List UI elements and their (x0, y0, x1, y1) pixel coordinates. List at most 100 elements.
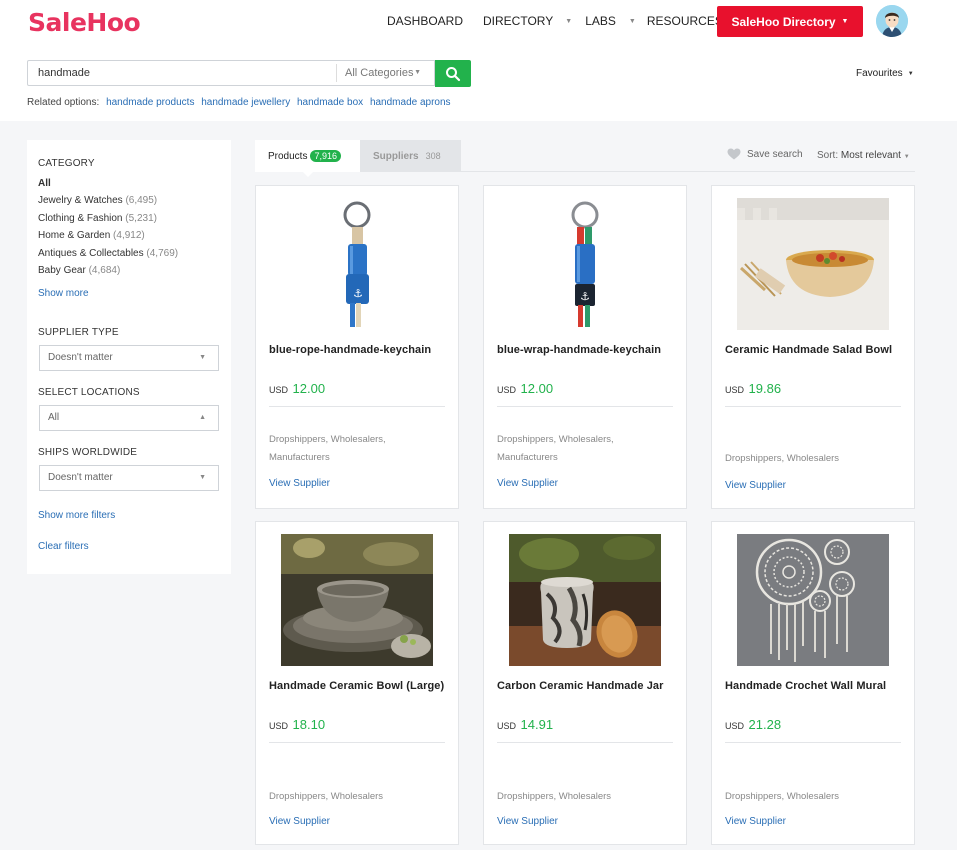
chevron-down-icon: ▼ (199, 354, 206, 361)
chevron-down-icon: ▼ (628, 17, 636, 25)
category-select[interactable]: All Categories ▼ (336, 64, 435, 82)
product-image[interactable] (737, 198, 889, 330)
directory-button-label: SaleHoo Directory (731, 14, 836, 29)
category-item-all[interactable]: All (38, 178, 178, 195)
category-item[interactable]: Baby Gear (4,684) (38, 265, 178, 282)
ships-worldwide-select[interactable]: Doesn't matter ▼ (39, 465, 219, 491)
supplier-types-line: Dropshippers, Wholesalers, (269, 434, 386, 445)
category-item[interactable]: Antiques & Collectables (4,769) (38, 248, 178, 265)
show-more-filters-link[interactable]: Show more filters (38, 510, 115, 521)
product-image[interactable]: ⚓ (281, 198, 433, 330)
search-icon (446, 66, 461, 81)
supplier-types: Dropshippers, Wholesalers (269, 788, 383, 806)
product-card[interactable]: Carbon Ceramic Handmade Jar USD 14.91 Dr… (483, 521, 687, 845)
chevron-down-icon: ▼ (199, 474, 206, 481)
related-option-link[interactable]: handmade jewellery (201, 97, 290, 108)
product-title[interactable]: Handmade Ceramic Bowl (Large) (269, 680, 444, 692)
filter-sidebar: CATEGORY All Jewelry & Watches (6,495) C… (27, 140, 231, 574)
nav-directory[interactable]: DIRECTORY ▼ (483, 14, 572, 28)
sort-label: Sort: (817, 150, 839, 161)
locations-value: All (48, 412, 60, 423)
related-option-link[interactable]: handmade products (106, 97, 194, 108)
price-amount: 18.10 (292, 717, 326, 732)
favourites-menu[interactable]: Favourites ▼ (856, 68, 914, 79)
supplier-types-line: Dropshippers, Wholesalers (497, 791, 612, 802)
view-supplier-link[interactable]: View Supplier (725, 816, 786, 827)
supplier-types-line: Dropshippers, Wholesalers (725, 453, 840, 464)
price-amount: 12.00 (520, 381, 554, 396)
sort-select[interactable]: Sort: Most relevant ▼ (817, 150, 910, 161)
product-title[interactable]: Carbon Ceramic Handmade Jar (497, 680, 664, 692)
related-option-link[interactable]: handmade aprons (370, 97, 451, 108)
category-item-label: Home & Garden (38, 230, 111, 242)
view-supplier-link[interactable]: View Supplier (269, 478, 330, 489)
search-button[interactable] (435, 60, 471, 87)
supplier-types: Dropshippers, Wholesalers, Manufacturers (497, 431, 614, 467)
product-card[interactable]: ⚓ blue-rope-handmade-keychain USD 12.00 … (255, 185, 459, 509)
salad-bowl-image-icon (737, 198, 889, 330)
category-item[interactable]: Clothing & Fashion (5,231) (38, 213, 178, 230)
heart-icon (727, 148, 741, 160)
category-item[interactable]: Jewelry & Watches (6,495) (38, 195, 178, 212)
product-card[interactable]: Ceramic Handmade Salad Bowl USD 19.86 Dr… (711, 185, 915, 509)
price-currency: USD (497, 721, 517, 731)
product-title[interactable]: Handmade Crochet Wall Mural (725, 680, 886, 692)
product-image[interactable] (509, 534, 661, 666)
price-amount: 19.86 (748, 381, 782, 396)
clear-filters-link[interactable]: Clear filters (38, 541, 89, 552)
keychain-image-icon: ⚓ (281, 198, 433, 330)
price-currency: USD (497, 385, 517, 395)
sort-value: Most relevant (840, 150, 901, 161)
product-image[interactable]: ⚓ (509, 198, 661, 330)
product-title[interactable]: Ceramic Handmade Salad Bowl (725, 344, 892, 356)
product-card[interactable]: Handmade Ceramic Bowl (Large) USD 18.10 … (255, 521, 459, 845)
price-currency: USD (725, 385, 745, 395)
supplier-type-value: Doesn't matter (48, 352, 113, 363)
locations-select[interactable]: All ▲ (39, 405, 219, 431)
salehoo-directory-button[interactable]: SaleHoo Directory ▼ (717, 6, 863, 37)
view-supplier-link[interactable]: View Supplier (269, 816, 330, 827)
related-options-label: Related options: (27, 97, 100, 108)
save-search-label: Save search (747, 148, 803, 160)
show-more-categories-link[interactable]: Show more (38, 288, 89, 299)
divider (497, 406, 673, 407)
nav-directory-label: DIRECTORY (483, 14, 554, 28)
category-heading: CATEGORY (38, 158, 95, 169)
search-input[interactable] (28, 61, 336, 85)
product-image[interactable] (737, 534, 889, 666)
category-item-label: Jewelry & Watches (38, 195, 123, 207)
category-item-count: (4,912) (113, 230, 145, 242)
product-price: USD 19.86 (725, 381, 781, 396)
product-title[interactable]: blue-rope-handmade-keychain (269, 344, 431, 356)
view-supplier-link[interactable]: View Supplier (725, 480, 786, 491)
ships-worldwide-heading: SHIPS WORLDWIDE (38, 447, 138, 458)
related-options: Related options: handmade products handm… (27, 97, 451, 108)
salehoo-logo[interactable]: SaleHoo (28, 8, 141, 37)
price-currency: USD (725, 721, 745, 731)
view-supplier-link[interactable]: View Supplier (497, 816, 558, 827)
avatar[interactable] (876, 5, 908, 37)
nav-dashboard[interactable]: DASHBOARD (387, 14, 463, 28)
chevron-up-icon: ▲ (199, 414, 206, 421)
price-amount: 21.28 (748, 717, 782, 732)
related-option-link[interactable]: handmade box (297, 97, 363, 108)
product-title[interactable]: blue-wrap-handmade-keychain (497, 344, 661, 356)
view-supplier-link[interactable]: View Supplier (497, 478, 558, 489)
tab-products[interactable]: Products 7,916 (255, 140, 360, 172)
category-select-value: All Categories (345, 67, 414, 79)
category-item[interactable]: Home & Garden (4,912) (38, 230, 178, 247)
tab-suppliers[interactable]: Suppliers 308 (360, 140, 461, 172)
product-card[interactable]: Handmade Crochet Wall Mural USD 21.28 Dr… (711, 521, 915, 845)
supplier-type-select[interactable]: Doesn't matter ▼ (39, 345, 219, 371)
nav-labs[interactable]: LABS ▼ (585, 14, 636, 28)
supplier-types-line: Dropshippers, Wholesalers, (497, 434, 614, 445)
divider (725, 406, 901, 407)
product-image[interactable] (281, 534, 433, 666)
product-card[interactable]: ⚓ blue-wrap-handmade-keychain USD 12.00 … (483, 185, 687, 509)
save-search-button[interactable]: Save search (727, 148, 803, 160)
divider (725, 742, 901, 743)
svg-text:⚓: ⚓ (353, 287, 363, 300)
divider (497, 742, 673, 743)
top-bar: SaleHoo DASHBOARD DIRECTORY ▼ LABS ▼ RESOU… (0, 0, 957, 121)
svg-text:⚓: ⚓ (580, 290, 590, 303)
